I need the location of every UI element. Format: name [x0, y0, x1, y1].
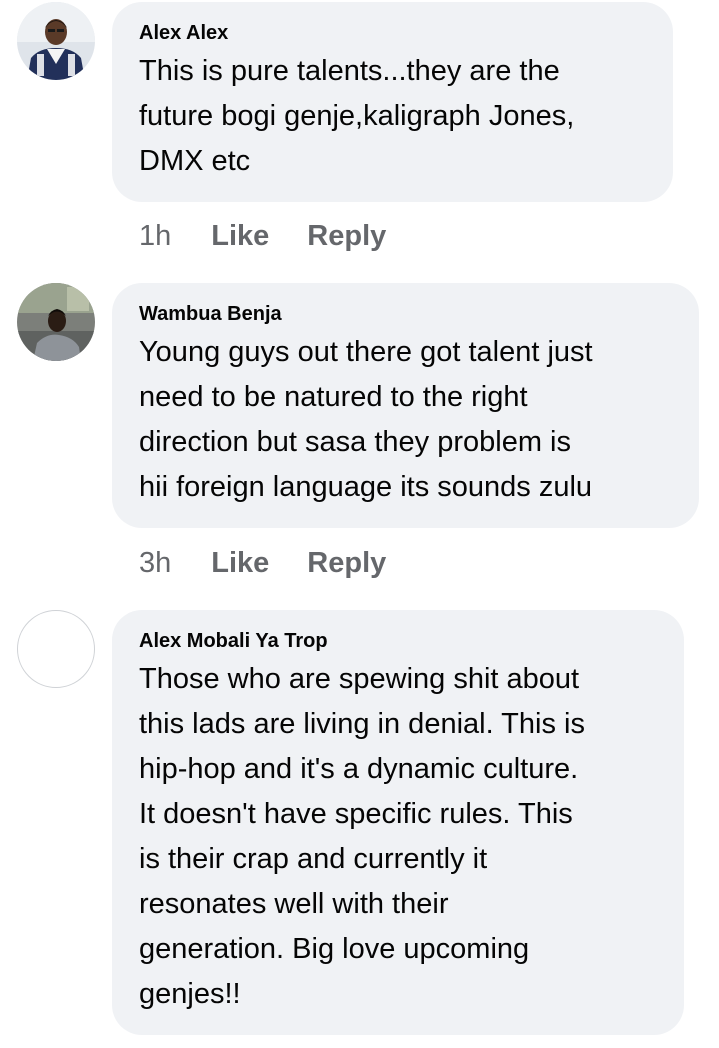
- comment-bubble: Alex Mobali Ya Trop Those who are spewin…: [112, 610, 684, 1035]
- comment-text-line: genjes!!: [139, 978, 241, 1010]
- comment-bubble: Wambua Benja Young guys out there got ta…: [112, 283, 699, 528]
- comment-text-line: Those who are spewing shit about: [139, 663, 580, 695]
- profile-photo-icon: [17, 283, 95, 361]
- comment-text-line: hii foreign language its sounds zulu: [139, 471, 593, 503]
- comment-bubble: Alex Alex This is pure talents...they ar…: [112, 2, 673, 202]
- comment-timestamp[interactable]: 3h: [139, 547, 171, 580]
- comment-author[interactable]: Wambua Benja: [139, 301, 673, 327]
- comment-text-line: this lads are living in denial. This is: [139, 708, 585, 740]
- reply-button[interactable]: Reply: [307, 220, 386, 253]
- avatar[interactable]: [17, 283, 95, 361]
- comment-text: Those who are spewing shit about this la…: [139, 657, 658, 1017]
- comment-text-line: This is pure talents...they are the: [139, 55, 560, 87]
- avatar[interactable]: [17, 610, 95, 688]
- comment-text-line: DMX etc: [139, 145, 251, 177]
- comment-text: Young guys out there got talent just nee…: [139, 330, 673, 510]
- comment-text-line: is their crap and currently it: [139, 843, 488, 875]
- comment-text-line: future bogi genje,kaligraph Jones,: [139, 100, 575, 132]
- comment-text-line: hip-hop and it's a dynamic culture.: [139, 753, 579, 785]
- avatar[interactable]: [17, 2, 95, 80]
- profile-photo-icon: [17, 2, 95, 80]
- comment-author[interactable]: Alex Mobali Ya Trop: [139, 628, 658, 654]
- comment-text-line: resonates well with their: [139, 888, 449, 920]
- comment-text-line: generation. Big love upcoming: [139, 933, 530, 965]
- comment-text-line: Young guys out there got talent just: [139, 336, 593, 368]
- comment-timestamp[interactable]: 1h: [139, 220, 171, 253]
- comment-text-line: need to be natured to the right: [139, 381, 528, 413]
- reply-button[interactable]: Reply: [307, 547, 386, 580]
- comment-text: This is pure talents...they are the futu…: [139, 49, 647, 184]
- comment-text-line: direction but sasa they problem is: [139, 426, 571, 458]
- comment-actions: 3h Like Reply: [139, 543, 424, 583]
- like-button[interactable]: Like: [211, 547, 269, 580]
- like-button[interactable]: Like: [211, 220, 269, 253]
- comment-author[interactable]: Alex Alex: [139, 20, 647, 46]
- comment-text-line: It doesn't have specific rules. This: [139, 798, 573, 830]
- comment-actions: 1h Like Reply: [139, 216, 424, 256]
